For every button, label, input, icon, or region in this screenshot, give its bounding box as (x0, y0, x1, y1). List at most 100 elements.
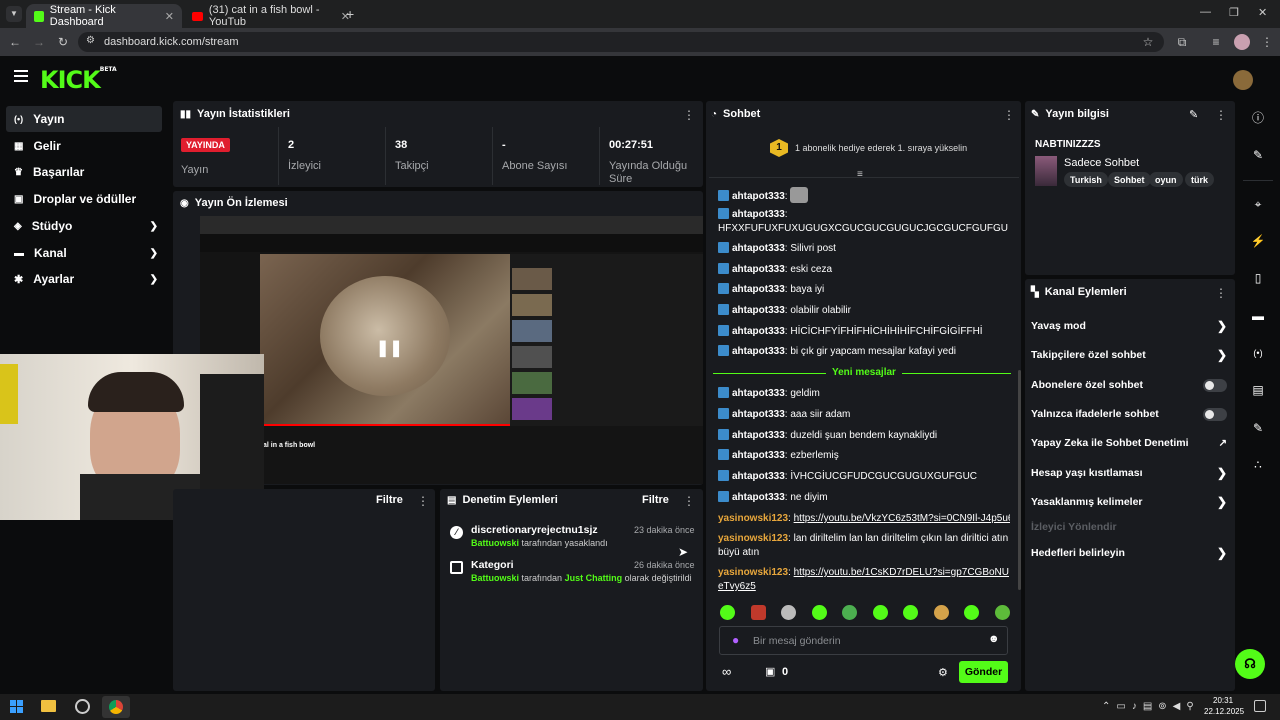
action-followers-only[interactable]: Takipçilere özel sohbet ❯ (1031, 345, 1227, 365)
chat-username[interactable]: ahtapot333 (732, 346, 785, 357)
category-thumbnail[interactable] (1035, 156, 1057, 186)
edit-icon[interactable]: ✎ (1189, 108, 1198, 121)
chat-username[interactable]: ahtapot333 (732, 450, 785, 461)
infinity-icon[interactable]: ∞ (722, 664, 731, 679)
action-set-goals[interactable]: Hedefleri belirleyin ❯ (1031, 543, 1227, 563)
filter-button[interactable]: Filtre (642, 494, 669, 506)
chat-username[interactable]: ahtapot333 (732, 471, 785, 482)
emote-icon[interactable] (842, 605, 858, 620)
wrench-icon[interactable]: ✎ (1246, 416, 1270, 440)
action-banned-words[interactable]: Yasaklanmış kelimeler ❯ (1031, 492, 1227, 512)
action-slow-mode[interactable]: Yavaş mod ❯ (1031, 316, 1227, 336)
pause-icon[interactable]: ❚❚ (376, 338, 403, 358)
help-button[interactable]: ☊ (1235, 649, 1265, 679)
chat-username[interactable]: ahtapot333 (732, 284, 785, 295)
close-tab-icon[interactable]: ✕ (165, 10, 174, 23)
chat-username[interactable]: yasinowski123 (718, 567, 788, 578)
profile-avatar[interactable] (1234, 34, 1250, 50)
emoji-icon[interactable]: ☻ (988, 633, 1000, 645)
chat-username[interactable]: ahtapot333 (732, 492, 785, 503)
chat-link[interactable]: https://youtu.be/VkzYC6z53tM?si=0CN9Il-J… (794, 513, 1010, 524)
moderator-name[interactable]: Battuowski (471, 573, 519, 583)
more-options-icon[interactable]: ⋮ (1215, 286, 1227, 300)
chat-username[interactable]: ahtapot333 (732, 430, 785, 441)
new-tab-icon[interactable]: + (346, 6, 354, 22)
more-options-icon[interactable]: ⋮ (683, 108, 695, 122)
sidebar-item-gelir[interactable]: ▦ Gelir (6, 133, 162, 159)
chat-username[interactable]: ahtapot333 (732, 191, 785, 202)
pinned-toggle-icon[interactable]: ≡ (857, 169, 863, 180)
notification-icon[interactable] (1254, 700, 1266, 712)
windows-start-icon[interactable] (10, 700, 23, 713)
layout-icon[interactable]: ▤ (1246, 378, 1270, 402)
filter-button[interactable]: Filtre (376, 494, 403, 506)
category-name[interactable]: Sadece Sohbet (1064, 157, 1139, 169)
chat-bubble-icon[interactable]: ▬ (1246, 304, 1270, 328)
chat-username[interactable]: ahtapot333 (732, 305, 785, 316)
pencil-icon[interactable]: ✎ (1246, 143, 1270, 167)
info-icon[interactable]: ⓘ (1246, 106, 1270, 130)
site-info-icon[interactable]: ⚙ (86, 35, 98, 47)
chat-input[interactable]: ● Bir mesaj gönderin ☻ (719, 626, 1008, 655)
clock-date[interactable]: 22.12.2025 (1204, 707, 1244, 716)
chat-username[interactable]: ahtapot333 (732, 243, 785, 254)
user-avatar[interactable] (1233, 70, 1253, 90)
chat-username[interactable]: yasinowski123 (718, 533, 788, 544)
back-icon[interactable]: ← (6, 33, 24, 51)
apps-icon[interactable]: ∴ (1246, 453, 1270, 477)
close-window-icon[interactable]: ✕ (1258, 6, 1267, 19)
browser-tab-youtube[interactable]: (31) cat in a fish bowl - YouTub ✕ (184, 4, 358, 28)
emote-icon[interactable] (811, 605, 827, 620)
chat-username[interactable]: ahtapot333 (732, 388, 785, 399)
stream-tag[interactable]: türk (1185, 172, 1215, 187)
emote-icon[interactable] (933, 605, 949, 620)
focus-icon[interactable]: ⌖ (1246, 192, 1270, 216)
minimize-icon[interactable]: — (1200, 6, 1211, 18)
toggle-switch[interactable] (1203, 407, 1227, 421)
chat-username[interactable]: yasinowski123 (718, 513, 788, 524)
bookmark-star-icon[interactable]: ☆ (1139, 33, 1157, 51)
sidebar-item-kanal[interactable]: ▬ Kanal ❯ (6, 240, 162, 266)
action-subscribers-only[interactable]: Abonelere özel sohbet (1031, 375, 1227, 395)
stream-tag[interactable]: Sohbet (1108, 172, 1151, 187)
more-options-icon[interactable]: ⋮ (1215, 108, 1227, 122)
emote-icon[interactable] (994, 605, 1010, 620)
reload-icon[interactable]: ↻ (54, 33, 72, 51)
app-icon[interactable] (75, 699, 90, 714)
chat-username[interactable]: ahtapot333 (732, 264, 785, 275)
chat-username[interactable]: ahtapot333 (732, 326, 785, 337)
chrome-icon[interactable] (102, 696, 130, 718)
reading-list-icon[interactable]: ≡ (1207, 33, 1225, 51)
action-emotes-only[interactable]: Yalnızca ifadelerle sohbet (1031, 404, 1227, 424)
sidebar-item-basarilar[interactable]: ♛ Başarılar (6, 159, 162, 185)
stream-tag[interactable]: oyun (1149, 172, 1183, 187)
emote-icon[interactable] (781, 605, 797, 620)
sidebar-item-ayarlar[interactable]: ✱ Ayarlar ❯ (6, 266, 162, 292)
address-bar[interactable]: dashboard.kick.com/stream (78, 32, 1164, 52)
chat-scrollbar[interactable] (1018, 370, 1021, 590)
file-explorer-icon[interactable] (41, 700, 56, 712)
sidebar-item-yayin[interactable]: (•) Yayın (6, 106, 162, 132)
microphone-icon[interactable]: ● (732, 633, 739, 647)
emote-icon[interactable] (903, 605, 919, 620)
toggle-switch[interactable] (1203, 378, 1227, 392)
gift-icon[interactable]: ▣ (765, 665, 775, 678)
tab-list-button[interactable]: ▼ (6, 6, 22, 22)
chat-settings-icon[interactable]: ⚙ (938, 666, 948, 679)
sidebar-item-droplar[interactable]: ▣ Droplar ve ödüller (6, 186, 162, 212)
send-button[interactable]: Gönder (959, 661, 1008, 683)
more-options-icon[interactable]: ⋮ (1003, 108, 1015, 122)
extensions-icon[interactable]: ⧉ (1173, 33, 1191, 51)
card-icon[interactable]: ▯ (1246, 266, 1270, 290)
tray-icons[interactable]: ⌃▭♪▤⊚◀⚲ (1102, 701, 1200, 712)
browser-menu-icon[interactable]: ⋮ (1258, 33, 1276, 51)
clock-time[interactable]: 20:31 (1213, 696, 1233, 705)
more-options-icon[interactable]: ⋮ (417, 494, 429, 508)
forward-icon[interactable]: → (30, 33, 48, 51)
chat-username[interactable]: ahtapot333 (732, 409, 785, 420)
action-ai-moderation[interactable]: Yapay Zeka ile Sohbet Denetimi ↗ (1031, 433, 1227, 453)
category-name[interactable]: Just Chatting (565, 573, 623, 583)
browser-tab-kick[interactable]: Stream - Kick Dashboard ✕ (26, 4, 182, 28)
chat-username[interactable]: ahtapot333 (732, 209, 785, 220)
moderator-name[interactable]: Battuowski (471, 538, 519, 548)
